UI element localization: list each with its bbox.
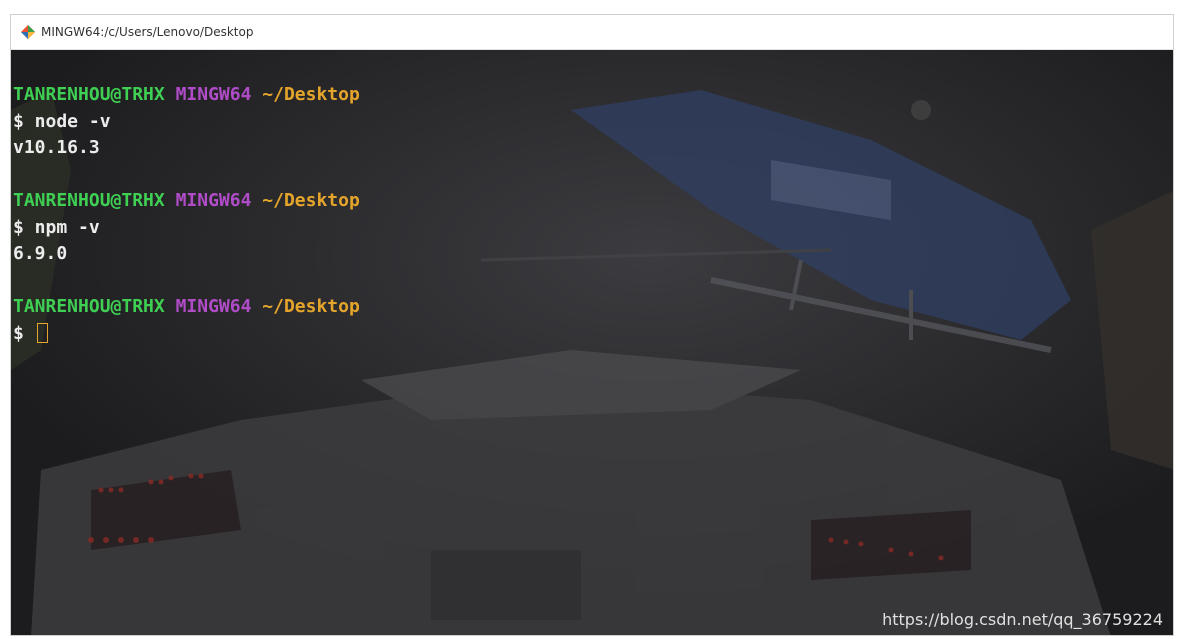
- prompt-host: MINGW64: [175, 84, 252, 105]
- git-diamond-icon: [21, 25, 35, 39]
- terminal-window[interactable]: MINGW64:/c/Users/Lenovo/Desktop TANRENHO…: [10, 14, 1174, 636]
- prompt-host: MINGW64: [175, 190, 252, 211]
- terminal-output: TANRENHOU@TRHX MINGW64 ~/Desktop $ node …: [11, 82, 1161, 347]
- title-bar[interactable]: MINGW64:/c/Users/Lenovo/Desktop: [11, 15, 1173, 50]
- command-line: $ npm -v: [13, 216, 100, 238]
- prompt-user: TANRENHOU@TRHX: [13, 296, 165, 317]
- prompt-path: ~/Desktop: [262, 190, 360, 211]
- prompt-path: ~/Desktop: [262, 84, 360, 105]
- prompt-user: TANRENHOU@TRHX: [13, 84, 165, 105]
- prompt-host: MINGW64: [175, 296, 252, 317]
- prompt-line: TANRENHOU@TRHX MINGW64 ~/Desktop: [11, 82, 1161, 109]
- prompt-line: TANRENHOU@TRHX MINGW64 ~/Desktop: [11, 294, 1161, 321]
- window-title: MINGW64:/c/Users/Lenovo/Desktop: [41, 25, 254, 39]
- output-line: 6.9.0: [13, 243, 68, 264]
- input-line[interactable]: $: [11, 321, 1161, 348]
- output-line: v10.16.3: [13, 137, 100, 158]
- prompt-line: TANRENHOU@TRHX MINGW64 ~/Desktop: [11, 188, 1161, 215]
- prompt-path: ~/Desktop: [262, 296, 360, 317]
- watermark-url: https://blog.csdn.net/qq_36759224: [882, 610, 1163, 629]
- prompt-user: TANRENHOU@TRHX: [13, 190, 165, 211]
- terminal-area[interactable]: TANRENHOU@TRHX MINGW64 ~/Desktop $ node …: [11, 50, 1173, 635]
- prompt-symbol: $: [13, 322, 24, 344]
- command-line: $ node -v: [13, 110, 111, 132]
- text-cursor[interactable]: [36, 322, 48, 343]
